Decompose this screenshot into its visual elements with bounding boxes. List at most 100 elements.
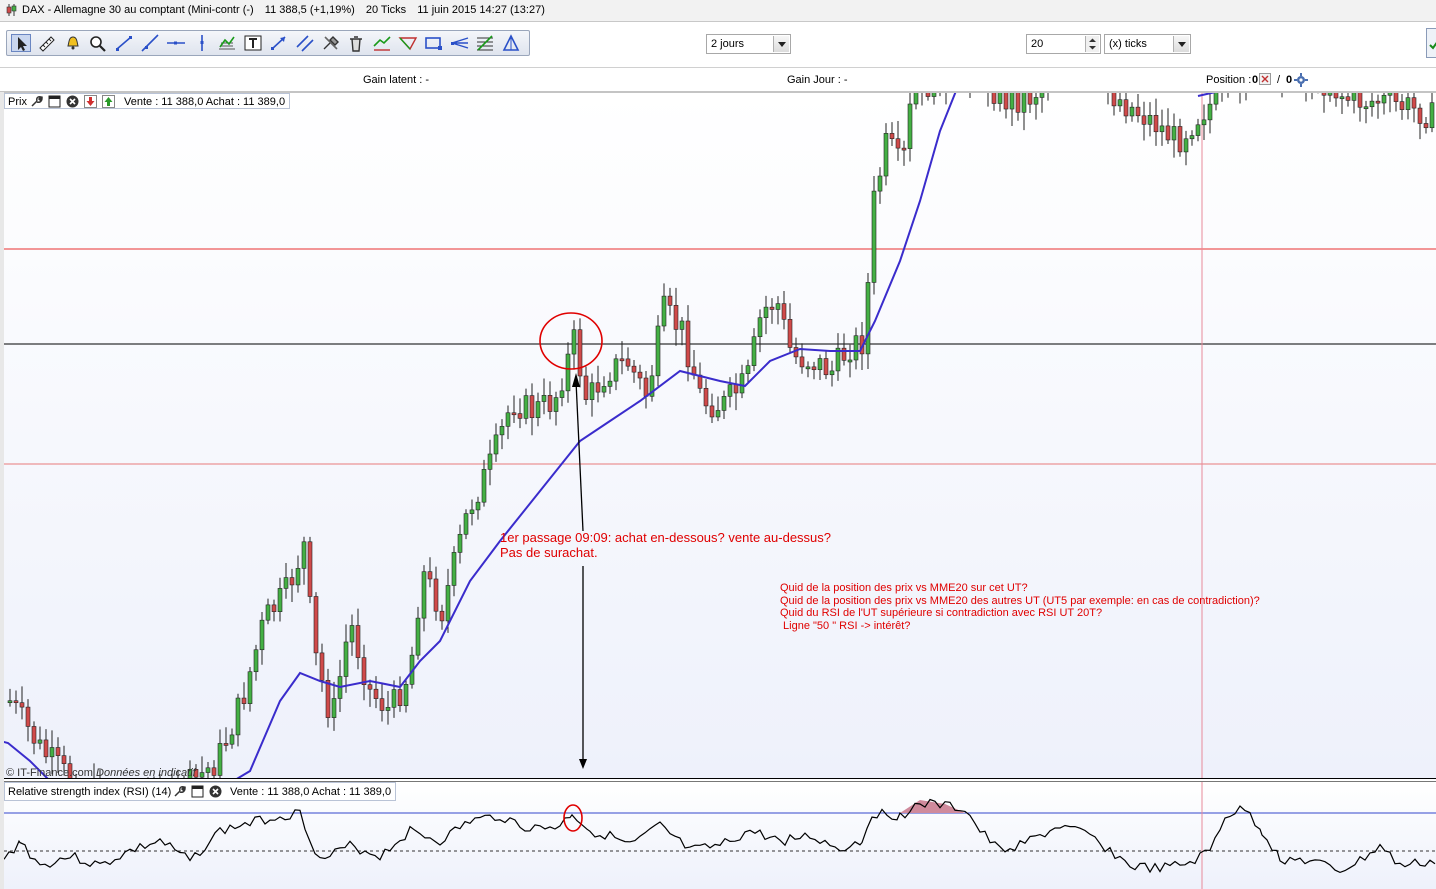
close-icon[interactable] — [209, 785, 222, 798]
candle-body — [1015, 93, 1021, 113]
candle-body — [421, 571, 427, 619]
candle-body — [1417, 107, 1423, 124]
parallel-lines-icon[interactable] — [295, 34, 315, 52]
candle-body — [907, 103, 913, 149]
candle-body — [727, 384, 733, 397]
candle-body — [481, 469, 487, 503]
sell-arrow-icon[interactable] — [84, 95, 97, 108]
pointer-icon[interactable] — [11, 34, 31, 52]
question-2: Quid de la position des prix vs MME20 de… — [780, 594, 1260, 607]
rsi-legend-quote: Vente : 11 388,0 Achat : 11 389,0 — [230, 786, 392, 798]
rsi-legend: Relative strength index (RSI) (14) Vente… — [4, 782, 396, 801]
candle-body — [223, 743, 229, 746]
close-position-icon[interactable] — [1259, 73, 1271, 85]
candle-body — [637, 371, 643, 379]
period-select[interactable]: 2 jours — [706, 34, 791, 54]
candle-body — [511, 412, 517, 416]
candle-body — [505, 412, 511, 427]
candle-body — [1393, 93, 1399, 102]
question-3: Quid du RSI de l'UT supérieure si contra… — [780, 607, 1103, 619]
candle-body — [1141, 115, 1147, 125]
candle-body — [265, 604, 271, 621]
candle-body — [829, 370, 835, 376]
rectangle-icon[interactable] — [424, 34, 444, 52]
window-icon[interactable] — [48, 95, 61, 108]
candle-body — [811, 366, 817, 371]
gain-latent: Gain latent : - — [363, 74, 430, 86]
ticks-unit-select[interactable]: (x) ticks — [1104, 34, 1191, 54]
candle-body — [1201, 119, 1207, 126]
ticks-stepper[interactable]: 20 — [1026, 34, 1101, 54]
candle-body — [217, 743, 223, 776]
text-icon[interactable] — [243, 34, 263, 52]
arrow-line-icon[interactable] — [269, 34, 289, 52]
candle-body — [991, 93, 997, 104]
ray-icon[interactable] — [140, 34, 160, 52]
candle-body — [313, 596, 319, 654]
datetime-text: 11 juin 2015 14:27 (13:27) — [417, 4, 545, 16]
wrench-icon[interactable] — [30, 95, 43, 108]
triangle-tool-icon[interactable] — [398, 34, 418, 52]
candle-body — [787, 319, 793, 348]
annotation-questions: Quid de la position des prix vs MME20 su… — [780, 582, 1260, 632]
period-value: 2 jours — [711, 38, 745, 50]
chart-options-button[interactable] — [1426, 28, 1436, 58]
chevron-down-icon[interactable] — [773, 36, 789, 52]
ruler-icon[interactable] — [37, 34, 57, 52]
tools-icon[interactable] — [321, 34, 341, 52]
candle-body — [289, 577, 295, 586]
ticks-unit-value: (x) ticks — [1109, 38, 1147, 50]
close-icon[interactable] — [66, 95, 79, 108]
horizontal-line-icon[interactable] — [166, 34, 186, 52]
candle-body — [1039, 93, 1045, 98]
candle-body — [595, 382, 601, 393]
fibonacci-fan-icon[interactable] — [450, 34, 470, 52]
candle-body — [1021, 93, 1027, 113]
candle-body — [583, 375, 589, 400]
candle-body — [475, 501, 481, 511]
candle-body — [739, 373, 745, 394]
window-icon[interactable] — [191, 785, 204, 798]
candle-body — [769, 306, 775, 310]
spin-updown-icon[interactable] — [1085, 36, 1099, 52]
line-icon[interactable] — [114, 34, 134, 52]
candle-body — [1333, 93, 1339, 99]
candle-body — [685, 320, 691, 368]
alert-bell-icon[interactable] — [63, 34, 83, 52]
annotation-line-2: Pas de surachat. — [500, 545, 598, 560]
candle-body — [1357, 93, 1363, 108]
pitchfork-icon[interactable] — [501, 34, 521, 52]
chevron-down-icon[interactable] — [1173, 36, 1189, 52]
candle-body — [757, 317, 763, 338]
fibonacci-retracement-icon[interactable] — [475, 34, 495, 52]
candle-body — [301, 541, 307, 569]
candle-body — [781, 303, 787, 320]
buy-arrow-icon[interactable] — [102, 95, 115, 108]
candle-body — [241, 697, 247, 704]
settings-gear-icon[interactable] — [1294, 73, 1308, 87]
candle-body — [205, 767, 211, 773]
candle-body — [1033, 97, 1039, 105]
trash-icon[interactable] — [346, 34, 366, 52]
candle-body — [1165, 125, 1171, 141]
account-status-bar: Gain latent : - Gain Jour : - Position :… — [0, 68, 1436, 92]
toolbar: 2 jours 20 (x) ticks — [0, 22, 1436, 68]
candle-body — [331, 698, 337, 718]
vertical-line-icon[interactable] — [192, 34, 212, 52]
candle-body — [1195, 124, 1201, 136]
candle-body — [325, 679, 331, 718]
candle-body — [571, 329, 577, 355]
candle-body — [37, 739, 43, 744]
candle-body — [1369, 100, 1375, 108]
zoom-icon[interactable] — [88, 34, 108, 52]
wrench-icon[interactable] — [173, 785, 186, 798]
channel-icon[interactable] — [372, 34, 392, 52]
price-chart-panel[interactable] — [4, 92, 1436, 779]
candle-body — [607, 380, 613, 387]
price-chart[interactable] — [4, 93, 1436, 779]
indicator-icon[interactable] — [217, 34, 237, 52]
candle-body — [1177, 126, 1183, 153]
candle-body — [457, 533, 463, 553]
candle-body — [373, 688, 379, 699]
candle-body — [577, 329, 583, 377]
